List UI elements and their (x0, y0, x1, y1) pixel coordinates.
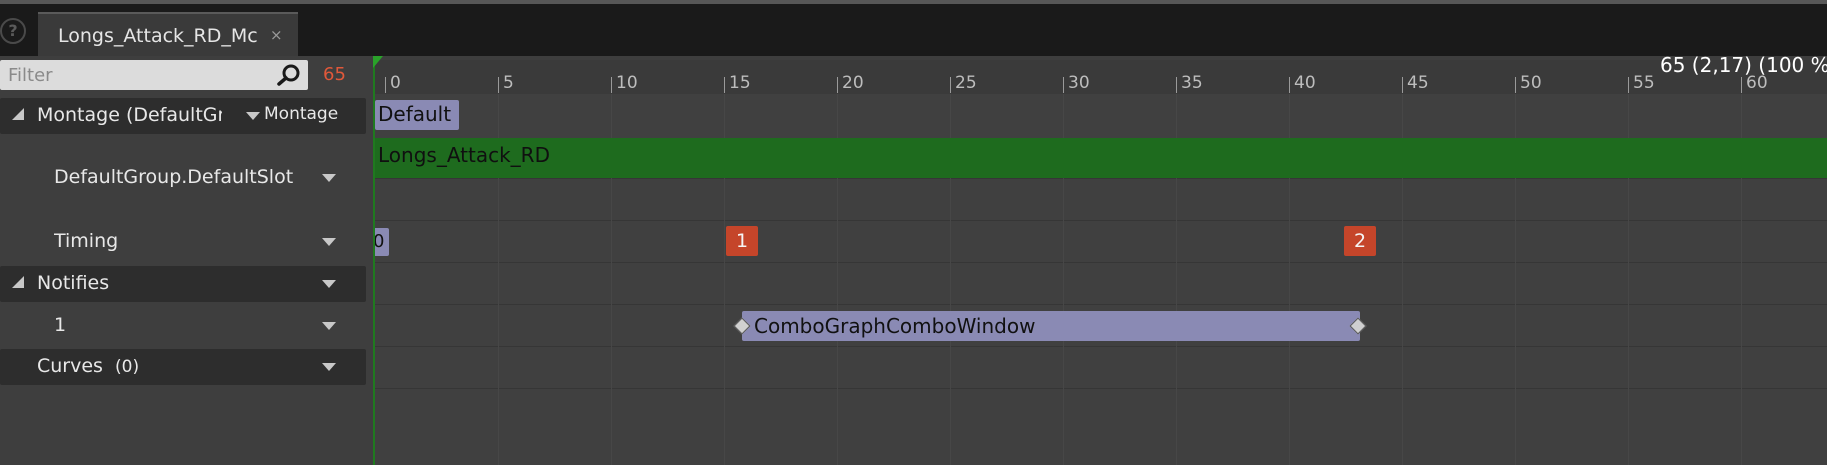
ruler-tick-label: 50 (1520, 73, 1542, 93)
tab-bar: ? Longs_Attack_RD_Mc × (0, 4, 1827, 56)
row-divider (373, 262, 1827, 263)
track-slot-label: DefaultGroup.DefaultSlot (54, 166, 294, 188)
filter-input[interactable] (8, 63, 268, 87)
row-divider (373, 220, 1827, 221)
ruler-tick (1176, 77, 1177, 93)
montage-section[interactable]: Default (375, 100, 459, 130)
ruler-tick-label: 10 (616, 73, 638, 93)
track-notify-1[interactable]: 1 (0, 308, 366, 344)
ruler-tick-label: 0 (390, 73, 401, 93)
timecode-readout: 65 (2,17) (100 % (1660, 53, 1827, 77)
track-timing[interactable]: Timing (0, 224, 366, 260)
tab-longs-attack[interactable]: Longs_Attack_RD_Mc × (38, 12, 298, 56)
playhead-line[interactable] (373, 56, 375, 465)
playhead-handle[interactable] (373, 56, 383, 68)
search-icon[interactable] (276, 64, 302, 86)
chevron-down-icon[interactable] (322, 322, 336, 330)
ruler-tick (1063, 77, 1064, 93)
ruler-tick-label: 35 (1181, 73, 1203, 93)
collapse-icon[interactable] (12, 276, 24, 288)
track-curves-count: (0) (115, 357, 140, 377)
timing-marker-2[interactable]: 2 (1344, 226, 1376, 256)
chevron-down-icon[interactable] (246, 112, 260, 120)
track-montage[interactable]: Montage (DefaultGr Montage (0, 98, 366, 134)
ruler-tick-label: 20 (842, 73, 864, 93)
timing-marker-1[interactable]: 1 (726, 226, 758, 256)
close-icon[interactable]: × (270, 26, 283, 44)
track-montage-label: Montage (DefaultGr (37, 104, 222, 126)
montage-section-label: Default (378, 102, 452, 126)
chevron-down-icon[interactable] (322, 363, 336, 371)
timeline-ruler[interactable]: 0 5 10 15 20 25 30 35 40 45 50 55 60 (373, 60, 1827, 94)
frame-count: 65 (323, 64, 346, 85)
ruler-tick-label: 15 (729, 73, 751, 93)
row-divider (373, 304, 1827, 305)
ruler-tick (1741, 77, 1742, 93)
track-notifies-label: Notifies (37, 272, 110, 294)
slot-clip[interactable]: Longs_Attack_RD (375, 138, 1827, 178)
ruler-tick (498, 77, 499, 93)
ruler-tick (385, 77, 386, 93)
filter-box (0, 60, 308, 90)
chevron-down-icon[interactable] (322, 174, 336, 182)
help-icon[interactable]: ? (0, 18, 26, 44)
row-divider (373, 346, 1827, 347)
chevron-down-icon[interactable] (322, 238, 336, 246)
track-slot[interactable]: DefaultGroup.DefaultSlot (0, 138, 366, 218)
montage-dropdown[interactable]: Montage (264, 104, 338, 124)
chevron-down-icon[interactable] (322, 280, 336, 288)
timing-marker-0[interactable]: 0 (373, 228, 389, 256)
ruler-tick (950, 77, 951, 93)
ruler-tick (724, 77, 725, 93)
ruler-tick-label: 25 (955, 73, 977, 93)
notify-state[interactable]: ComboGraphComboWindow (742, 311, 1360, 341)
track-timing-label: Timing (54, 230, 119, 252)
notify-state-label: ComboGraphComboWindow (754, 314, 1036, 338)
ruler-tick-label: 45 (1407, 73, 1429, 93)
ruler-tick-label: 5 (503, 73, 514, 93)
slot-clip-label: Longs_Attack_RD (378, 143, 550, 167)
ruler-tick (1289, 77, 1290, 93)
row-divider (373, 178, 1827, 179)
ruler-tick (1628, 77, 1629, 93)
ruler-tick (837, 77, 838, 93)
track-notify-label: 1 (54, 314, 67, 336)
ruler-tick (611, 77, 612, 93)
tab-label: Longs_Attack_RD_Mc (58, 25, 258, 47)
track-curves[interactable]: Curves (0) (0, 349, 366, 385)
track-notifies[interactable]: Notifies (0, 266, 366, 302)
ruler-tick-label: 40 (1294, 73, 1316, 93)
track-curves-label: Curves (37, 355, 103, 377)
collapse-icon[interactable] (12, 108, 24, 120)
row-divider (373, 388, 1827, 389)
ruler-tick (1402, 77, 1403, 93)
ruler-tick-label: 30 (1068, 73, 1090, 93)
ruler-tick (1515, 77, 1516, 93)
ruler-tick-label: 55 (1633, 73, 1655, 93)
